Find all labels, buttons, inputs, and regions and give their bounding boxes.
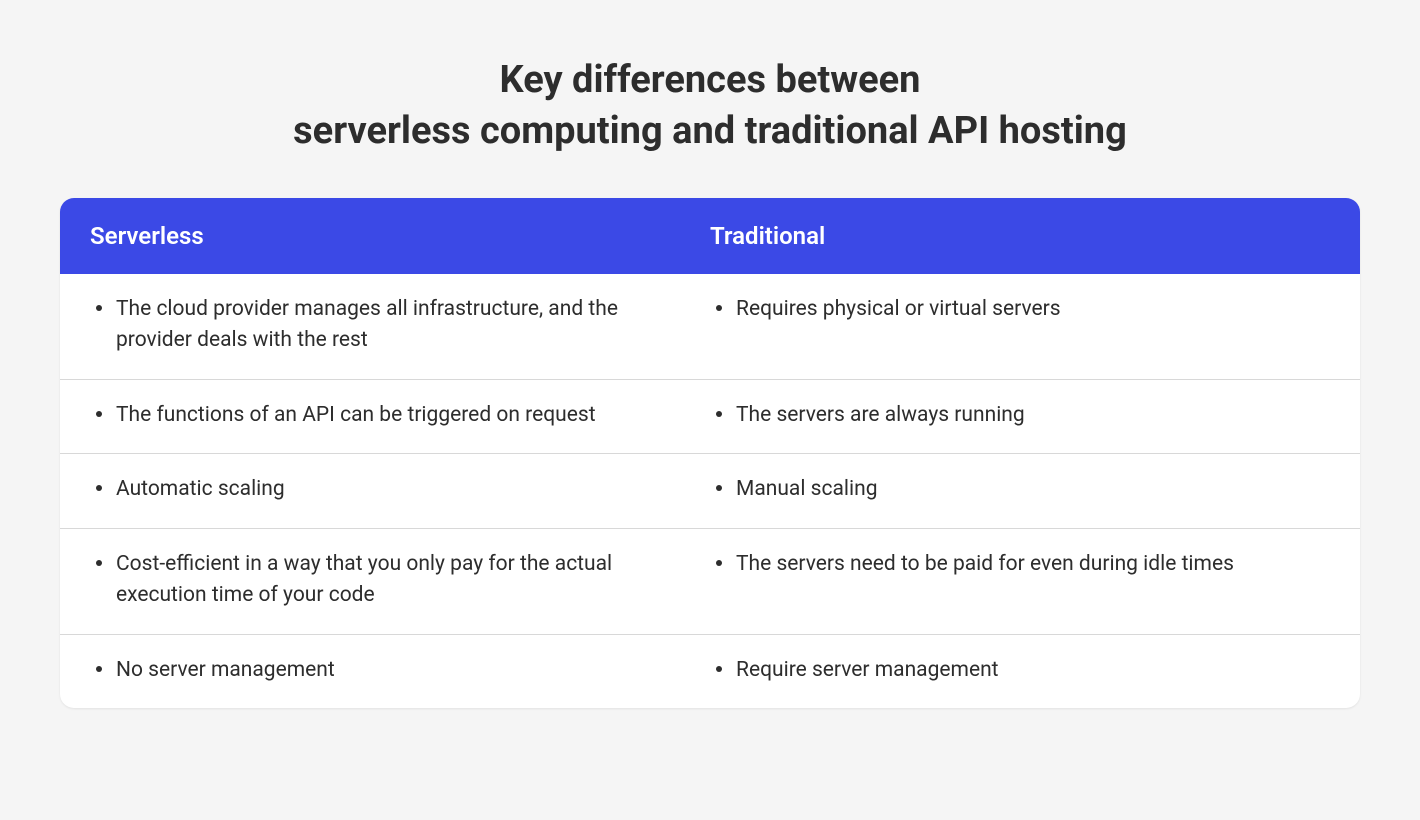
- bullet-icon: [96, 666, 102, 672]
- bullet-icon: [716, 666, 722, 672]
- header-serverless: Serverless: [90, 222, 710, 250]
- table-row: The cloud provider manages all infrastru…: [60, 274, 1360, 380]
- bullet-icon: [96, 411, 102, 417]
- cell-text: Manual scaling: [736, 474, 878, 506]
- bullet-icon: [96, 485, 102, 491]
- comparison-table: Serverless Traditional The cloud provide…: [60, 198, 1360, 709]
- cell-text: The cloud provider manages all infrastru…: [116, 294, 680, 357]
- header-traditional: Traditional: [710, 222, 1330, 250]
- cell-serverless: The cloud provider manages all infrastru…: [90, 294, 710, 357]
- bullet-icon: [716, 560, 722, 566]
- bullet-icon: [716, 485, 722, 491]
- cell-serverless: The functions of an API can be triggered…: [90, 400, 710, 432]
- bullet-icon: [96, 305, 102, 311]
- cell-text: Requires physical or virtual servers: [736, 294, 1061, 326]
- cell-serverless: Cost-efficient in a way that you only pa…: [90, 549, 710, 612]
- title-line-2: serverless computing and traditional API…: [293, 109, 1127, 153]
- table-row: Automatic scaling Manual scaling: [60, 454, 1360, 529]
- table-row: No server management Require server mana…: [60, 635, 1360, 709]
- table-row: The functions of an API can be triggered…: [60, 380, 1360, 455]
- bullet-icon: [716, 305, 722, 311]
- table-header-row: Serverless Traditional: [60, 198, 1360, 274]
- cell-serverless: No server management: [90, 655, 710, 687]
- cell-traditional: The servers need to be paid for even dur…: [710, 549, 1330, 612]
- cell-text: The servers need to be paid for even dur…: [736, 549, 1234, 581]
- cell-traditional: The servers are always running: [710, 400, 1330, 432]
- cell-text: The servers are always running: [736, 400, 1025, 432]
- table-row: Cost-efficient in a way that you only pa…: [60, 529, 1360, 635]
- cell-text: Cost-efficient in a way that you only pa…: [116, 549, 680, 612]
- bullet-icon: [716, 411, 722, 417]
- cell-serverless: Automatic scaling: [90, 474, 710, 506]
- cell-text: Automatic scaling: [116, 474, 285, 506]
- cell-traditional: Require server management: [710, 655, 1330, 687]
- cell-text: The functions of an API can be triggered…: [116, 400, 596, 432]
- page-title: Key differences between serverless compu…: [60, 55, 1360, 158]
- title-line-1: Key differences between: [500, 58, 921, 102]
- cell-traditional: Manual scaling: [710, 474, 1330, 506]
- cell-text: No server management: [116, 655, 335, 687]
- cell-text: Require server management: [736, 655, 999, 687]
- bullet-icon: [96, 560, 102, 566]
- cell-traditional: Requires physical or virtual servers: [710, 294, 1330, 357]
